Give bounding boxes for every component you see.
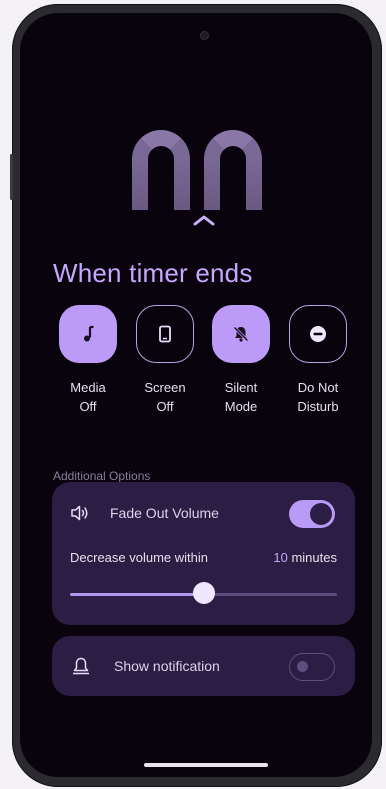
decrease-volume-value: 10 minutes	[273, 550, 337, 565]
action-silent-mode[interactable]: Silent Mode	[211, 305, 271, 416]
fade-out-label: Fade Out Volume	[110, 505, 219, 521]
section-title: When timer ends	[53, 258, 253, 288]
home-indicator[interactable]	[144, 763, 268, 767]
action-label: Off	[79, 399, 97, 414]
silent-mode-button[interactable]	[212, 305, 270, 363]
media-off-button[interactable]	[59, 305, 117, 363]
show-notification-toggle[interactable]	[289, 653, 335, 681]
timer-display[interactable]	[128, 125, 278, 210]
chevron-up-icon[interactable]	[192, 213, 216, 227]
minutes-unit: minutes	[291, 550, 337, 565]
action-screen-off[interactable]: Screen Off	[135, 305, 195, 416]
fade-out-card: Fade Out Volume Decrease volume within 1…	[52, 482, 355, 625]
action-label: Off	[156, 399, 174, 414]
action-label: Media	[70, 380, 106, 395]
action-media-off[interactable]: Media Off	[58, 305, 118, 416]
action-label: Silent	[224, 380, 258, 395]
additional-options-header: Additional Options	[53, 469, 151, 483]
fade-out-toggle[interactable]	[289, 500, 335, 528]
decrease-volume-label: Decrease volume within	[70, 550, 209, 565]
action-label: Do Not	[297, 380, 339, 395]
bell-icon	[73, 657, 89, 675]
screen: When timer ends Media Off Screen Off Sil…	[20, 13, 372, 777]
fade-out-slider-thumb[interactable]	[192, 582, 215, 604]
front-camera	[201, 32, 208, 39]
minutes-value: 10	[273, 550, 288, 565]
volume-icon	[71, 505, 88, 521]
phone-icon	[159, 325, 171, 343]
fade-out-slider-fill	[70, 593, 204, 596]
action-label: Disturb	[297, 399, 339, 414]
minus-circle-icon	[310, 326, 326, 342]
volume-button	[10, 154, 13, 200]
action-label: Screen	[144, 380, 186, 395]
bell-off-icon	[233, 326, 249, 342]
action-do-not-disturb[interactable]: Do Not Disturb	[288, 305, 348, 416]
notification-card: Show notification	[52, 636, 355, 696]
music-note-icon	[84, 325, 94, 342]
action-label: Mode	[224, 399, 258, 414]
screen-off-button[interactable]	[136, 305, 194, 363]
show-notification-label: Show notification	[114, 658, 220, 674]
do-not-disturb-button[interactable]	[289, 305, 347, 363]
